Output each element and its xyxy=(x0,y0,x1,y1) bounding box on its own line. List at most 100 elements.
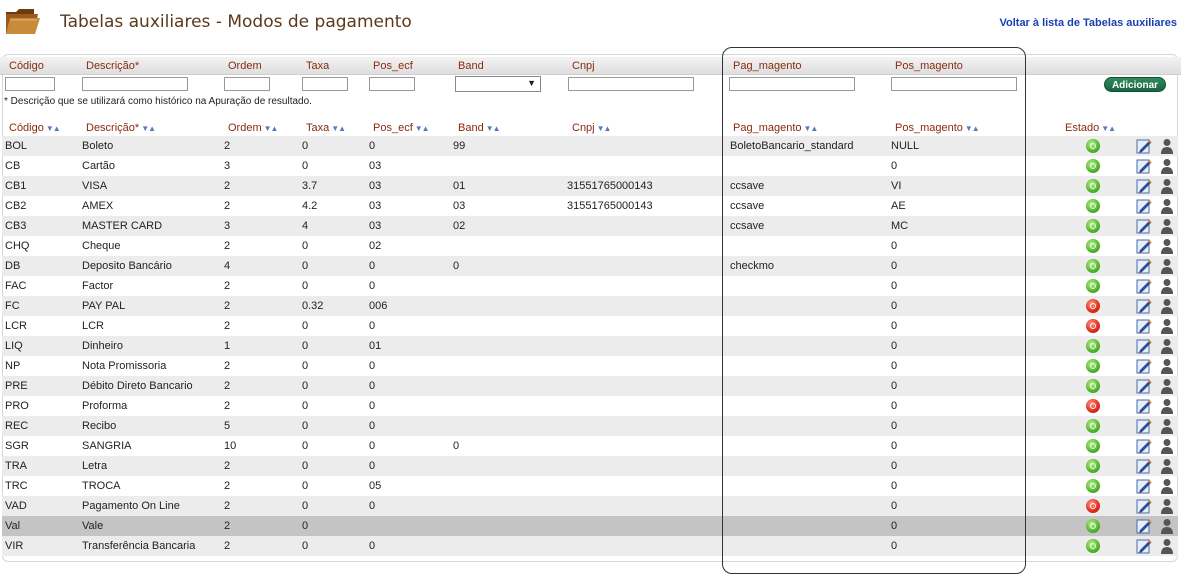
status-active-icon[interactable] xyxy=(1086,539,1100,553)
edit-icon[interactable] xyxy=(1136,478,1152,494)
edit-icon[interactable] xyxy=(1136,318,1152,334)
table-row[interactable]: NP Nota Promissoria 2 0 0 0 xyxy=(2,356,1178,376)
status-active-icon[interactable] xyxy=(1086,359,1100,373)
edit-icon[interactable] xyxy=(1136,158,1152,174)
user-icon[interactable] xyxy=(1160,278,1174,294)
user-icon[interactable] xyxy=(1160,238,1174,254)
user-icon[interactable] xyxy=(1160,438,1174,454)
table-row[interactable]: PRE Débito Direto Bancario 2 0 0 0 xyxy=(2,376,1178,396)
column-header-band[interactable]: Band ▼▲ xyxy=(458,122,501,134)
table-row[interactable]: TRA Letra 2 0 0 0 xyxy=(2,456,1178,476)
band-select[interactable]: ▼ xyxy=(455,76,541,92)
user-icon[interactable] xyxy=(1160,258,1174,274)
status-active-icon[interactable] xyxy=(1086,199,1100,213)
codigo-input[interactable] xyxy=(5,77,55,91)
column-header-taxa[interactable]: Taxa ▼▲ xyxy=(306,122,346,134)
pos-ecf-input[interactable] xyxy=(369,77,415,91)
edit-icon[interactable] xyxy=(1136,238,1152,254)
table-row[interactable]: BOL Boleto 2 0 0 99 BoletoBancario_standard NUL… xyxy=(2,136,1178,156)
edit-icon[interactable] xyxy=(1136,178,1152,194)
pag-magento-input[interactable] xyxy=(729,77,855,91)
column-header-ordem[interactable]: Ordem ▼▲ xyxy=(228,122,279,134)
status-active-icon[interactable] xyxy=(1086,379,1100,393)
status-active-icon[interactable] xyxy=(1086,219,1100,233)
column-header-estado[interactable]: Estado ▼▲ xyxy=(1065,122,1116,134)
edit-icon[interactable] xyxy=(1136,538,1152,554)
user-icon[interactable] xyxy=(1160,498,1174,514)
back-to-tables-link[interactable]: Voltar à lista de Tabelas auxiliares xyxy=(999,17,1177,29)
column-header-pos-magento[interactable]: Pos_magento ▼▲ xyxy=(895,122,980,134)
user-icon[interactable] xyxy=(1160,158,1174,174)
table-row[interactable]: LCR LCR 2 0 0 0 xyxy=(2,316,1178,336)
user-icon[interactable] xyxy=(1160,318,1174,334)
cnpj-input[interactable] xyxy=(568,77,694,91)
status-active-icon[interactable] xyxy=(1086,239,1100,253)
sort-arrows-icon[interactable]: ▼▲ xyxy=(965,124,980,133)
status-inactive-icon[interactable] xyxy=(1086,499,1100,513)
user-icon[interactable] xyxy=(1160,138,1174,154)
table-row[interactable]: Val Vale 2 0 0 xyxy=(2,516,1178,536)
table-row[interactable]: FAC Factor 2 0 0 0 xyxy=(2,276,1178,296)
table-row[interactable]: CB3 MASTER CARD 3 4 03 02 ccsave MC xyxy=(2,216,1178,236)
table-row[interactable]: VAD Pagamento On Line 2 0 0 0 xyxy=(2,496,1178,516)
column-header-codigo[interactable]: Código ▼▲ xyxy=(9,122,61,134)
pos-magento-input[interactable] xyxy=(891,77,1017,91)
status-active-icon[interactable] xyxy=(1086,139,1100,153)
status-inactive-icon[interactable] xyxy=(1086,399,1100,413)
column-header-pag-magento[interactable]: Pag_magento ▼▲ xyxy=(733,122,819,134)
status-active-icon[interactable] xyxy=(1086,159,1100,173)
edit-icon[interactable] xyxy=(1136,518,1152,534)
user-icon[interactable] xyxy=(1160,178,1174,194)
user-icon[interactable] xyxy=(1160,518,1174,534)
table-row[interactable]: DB Deposito Bancário 4 0 0 0 checkmo 0 xyxy=(2,256,1178,276)
column-header-descricao[interactable]: Descrição* ▼▲ xyxy=(86,122,156,134)
user-icon[interactable] xyxy=(1160,218,1174,234)
status-active-icon[interactable] xyxy=(1086,259,1100,273)
status-active-icon[interactable] xyxy=(1086,459,1100,473)
user-icon[interactable] xyxy=(1160,538,1174,554)
edit-icon[interactable] xyxy=(1136,458,1152,474)
status-inactive-icon[interactable] xyxy=(1086,319,1100,333)
user-icon[interactable] xyxy=(1160,338,1174,354)
user-icon[interactable] xyxy=(1160,358,1174,374)
sort-arrows-icon[interactable]: ▼▲ xyxy=(804,124,819,133)
edit-icon[interactable] xyxy=(1136,498,1152,514)
table-row[interactable]: LIQ Dinheiro 1 0 01 0 xyxy=(2,336,1178,356)
edit-icon[interactable] xyxy=(1136,398,1152,414)
status-active-icon[interactable] xyxy=(1086,479,1100,493)
user-icon[interactable] xyxy=(1160,298,1174,314)
sort-arrows-icon[interactable]: ▼▲ xyxy=(331,124,346,133)
table-row[interactable]: TRC TROCA 2 0 05 0 xyxy=(2,476,1178,496)
ordem-input[interactable] xyxy=(224,77,270,91)
sort-arrows-icon[interactable]: ▼▲ xyxy=(1101,124,1116,133)
table-row[interactable]: PRO Proforma 2 0 0 0 xyxy=(2,396,1178,416)
column-header-cnpj[interactable]: Cnpj ▼▲ xyxy=(572,122,612,134)
status-active-icon[interactable] xyxy=(1086,419,1100,433)
user-icon[interactable] xyxy=(1160,458,1174,474)
edit-icon[interactable] xyxy=(1136,418,1152,434)
table-row[interactable]: VIR Transferência Bancaria 2 0 0 0 xyxy=(2,536,1178,556)
edit-icon[interactable] xyxy=(1136,138,1152,154)
table-row[interactable]: CB Cartão 3 0 03 0 xyxy=(2,156,1178,176)
table-row[interactable]: FC PAY PAL 2 0.32 006 0 xyxy=(2,296,1178,316)
sort-arrows-icon[interactable]: ▼▲ xyxy=(264,124,279,133)
edit-icon[interactable] xyxy=(1136,298,1152,314)
taxa-input[interactable] xyxy=(302,77,348,91)
edit-icon[interactable] xyxy=(1136,258,1152,274)
status-inactive-icon[interactable] xyxy=(1086,299,1100,313)
status-active-icon[interactable] xyxy=(1086,339,1100,353)
user-icon[interactable] xyxy=(1160,398,1174,414)
status-active-icon[interactable] xyxy=(1086,519,1100,533)
edit-icon[interactable] xyxy=(1136,198,1152,214)
sort-arrows-icon[interactable]: ▼▲ xyxy=(141,124,156,133)
edit-icon[interactable] xyxy=(1136,338,1152,354)
sort-arrows-icon[interactable]: ▼▲ xyxy=(597,124,612,133)
sort-arrows-icon[interactable]: ▼▲ xyxy=(486,124,501,133)
descricao-input[interactable] xyxy=(82,77,188,91)
edit-icon[interactable] xyxy=(1136,218,1152,234)
add-button[interactable]: Adicionar xyxy=(1104,77,1166,92)
edit-icon[interactable] xyxy=(1136,278,1152,294)
user-icon[interactable] xyxy=(1160,198,1174,214)
table-row[interactable]: REC Recibo 5 0 0 0 xyxy=(2,416,1178,436)
sort-arrows-icon[interactable]: ▼▲ xyxy=(46,124,61,133)
